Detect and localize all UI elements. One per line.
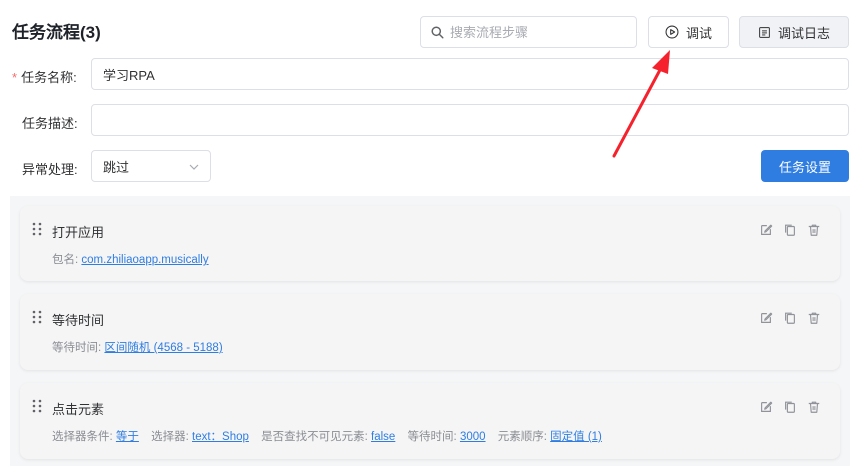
task-name-label: * 任务名称: [12,67,77,86]
debug-button[interactable]: 调试 [648,16,729,48]
edit-icon[interactable] [758,310,774,326]
step-title: 打开应用 [52,225,105,240]
step-card[interactable]: 等待时间 等待时间: 区间随机 (4568 - 5188) [20,294,840,370]
step-title: 点击元素 [52,402,105,417]
title-text: 任务流程 [12,23,80,42]
step-actions [758,399,822,415]
edit-icon[interactable] [758,222,774,238]
step-meta: 包名: com.zhiliaoapp.musically [52,251,209,267]
meta-label: 是否查找不可见元素: [261,431,368,443]
meta-label: 选择器条件: [52,431,113,443]
meta-value-link[interactable]: 区间随机 (4568 - 5188) [104,342,222,354]
debug-log-button[interactable]: 调试日志 [739,16,849,48]
meta-value-link[interactable]: 3000 [460,431,486,443]
step-actions [758,222,822,238]
log-icon [759,26,770,38]
error-handling-select[interactable]: 跳过 [91,150,211,182]
delete-icon[interactable] [806,310,822,326]
search-box[interactable] [420,16,637,48]
copy-icon[interactable] [782,310,798,326]
error-handling-label: 异常处理: [22,162,78,177]
chevron-down-icon [189,164,199,170]
step-actions [758,310,822,326]
step-card[interactable]: 点击元素 选择器条件: 等于 选择器: text：Shop 是否查找不可见元素:… [20,383,840,459]
search-input[interactable] [450,24,630,40]
task-settings-button[interactable]: 任务设置 [761,150,849,182]
meta-value-link[interactable]: text：Shop [192,431,249,443]
meta-label: 选择器: [151,431,189,443]
step-title: 等待时间 [52,313,105,328]
step-count: (3) [80,23,101,42]
page-title: 任务流程(3) [12,18,101,43]
debug-label: 调试 [685,25,712,41]
step-meta: 选择器条件: 等于 选择器: text：Shop 是否查找不可见元素: fals… [52,428,602,444]
step-meta: 等待时间: 区间随机 (4568 - 5188) [52,339,223,355]
task-name-input[interactable]: 学习RPA [91,58,849,90]
task-name-value: 学习RPA [103,67,155,83]
error-handling-value: 跳过 [103,159,130,175]
play-circle-icon [665,25,679,39]
meta-label: 等待时间: [407,431,457,443]
meta-value-link[interactable]: 等于 [116,431,139,443]
step-card[interactable]: 打开应用 包名: com.zhiliaoapp.musically [20,206,840,281]
drag-handle-icon[interactable] [32,310,42,324]
task-settings-label: 任务设置 [778,159,831,175]
drag-handle-icon[interactable] [32,222,42,236]
copy-icon[interactable] [782,222,798,238]
meta-value-link[interactable]: 固定值 (1) [550,431,602,443]
meta-label: 包名: [52,254,79,266]
edit-icon[interactable] [758,399,774,415]
debug-log-label: 调试日志 [777,25,830,41]
task-desc-label: 任务描述: [22,116,78,131]
copy-icon[interactable] [782,399,798,415]
task-desc-input[interactable] [91,104,849,136]
delete-icon[interactable] [806,222,822,238]
required-mark: * [12,70,18,85]
drag-handle-icon[interactable] [32,399,42,413]
search-icon [431,25,444,39]
delete-icon[interactable] [806,399,822,415]
meta-value-link[interactable]: false [371,431,395,443]
meta-label: 元素顺序: [497,431,547,443]
meta-value-link[interactable]: com.zhiliaoapp.musically [81,254,208,266]
task-name-label-text: 任务名称: [21,70,77,85]
meta-label: 等待时间: [52,342,102,354]
